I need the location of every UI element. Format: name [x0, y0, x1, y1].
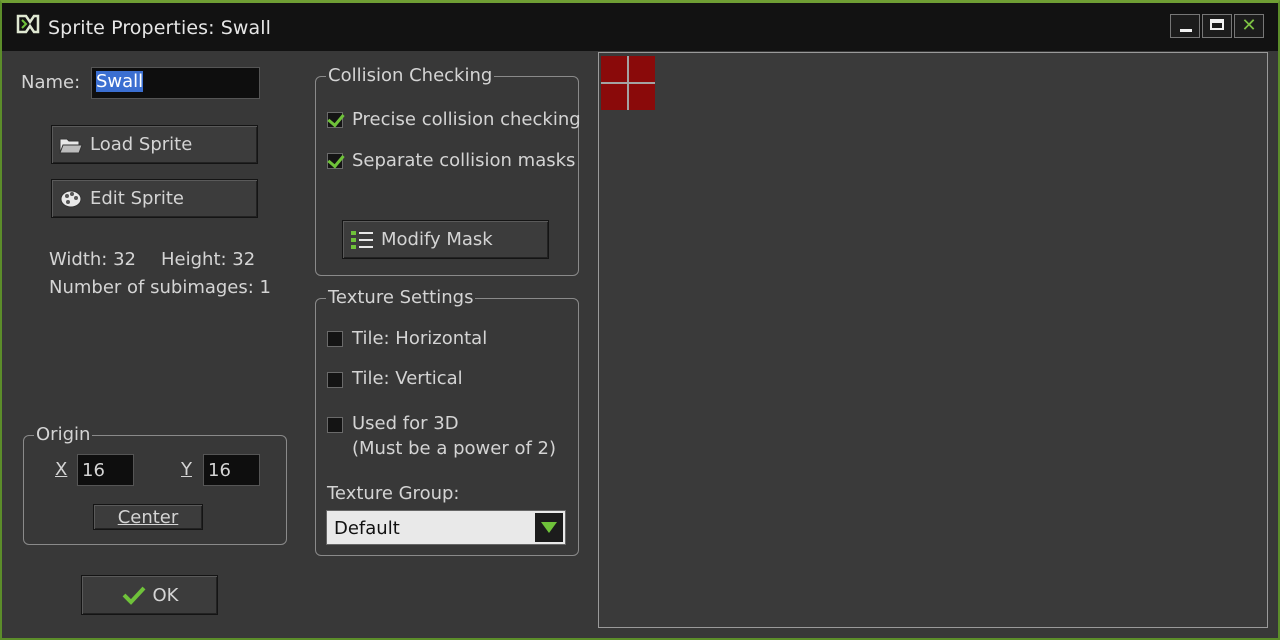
tile-horizontal-label[interactable]: Tile: Horizontal	[352, 328, 487, 349]
name-label: Name:	[21, 72, 81, 93]
origin-title: Origin	[34, 424, 93, 445]
origin-x-label: X	[55, 459, 68, 480]
tile-horizontal-checkbox[interactable]	[327, 331, 343, 347]
paint-palette-icon	[60, 190, 82, 207]
width-info: Width: 32	[49, 249, 136, 270]
precise-collision-label[interactable]: Precise collision checking	[352, 109, 581, 130]
subimages-info: Number of subimages: 1	[49, 277, 271, 298]
mask-list-icon	[351, 230, 373, 249]
center-label: Center	[117, 506, 179, 528]
texture-group-value: Default	[334, 518, 400, 539]
texture-group-select[interactable]: Default	[326, 510, 566, 545]
checkmark-icon	[122, 586, 145, 605]
open-folder-icon	[59, 138, 83, 153]
load-sprite-button[interactable]: Load Sprite	[51, 125, 258, 164]
center-button[interactable]: Center	[93, 504, 203, 530]
load-sprite-label: Load Sprite	[90, 134, 193, 155]
modify-mask-button[interactable]: Modify Mask	[342, 220, 549, 259]
close-icon: ✕	[1241, 15, 1257, 36]
sprite-image	[601, 56, 655, 110]
height-info: Height: 32	[161, 249, 256, 270]
separate-masks-label[interactable]: Separate collision masks	[352, 150, 575, 171]
collision-checking-title: Collision Checking	[326, 65, 495, 86]
tile-vertical-label[interactable]: Tile: Vertical	[352, 368, 463, 389]
separate-masks-checkbox[interactable]	[327, 153, 343, 169]
name-input-value: Swall	[96, 71, 144, 92]
edit-sprite-label: Edit Sprite	[90, 188, 184, 209]
texture-group-label: Texture Group:	[327, 483, 460, 504]
chevron-down-icon[interactable]	[535, 513, 563, 542]
texture-settings-title: Texture Settings	[326, 287, 476, 308]
precise-collision-checkbox[interactable]	[327, 112, 343, 128]
close-button[interactable]: ✕	[1234, 14, 1264, 38]
ok-label: OK	[152, 584, 179, 606]
gamemaker-logo-icon	[16, 14, 40, 34]
ok-button[interactable]: OK	[81, 575, 218, 615]
used-for-3d-checkbox[interactable]	[327, 417, 343, 433]
origin-y-input[interactable]	[203, 454, 260, 486]
title-bar[interactable]: Sprite Properties: Swall ✕	[2, 3, 1278, 51]
modify-mask-label: Modify Mask	[381, 229, 493, 250]
edit-sprite-button[interactable]: Edit Sprite	[51, 179, 258, 218]
used-for-3d-label[interactable]: Used for 3D	[352, 413, 459, 434]
origin-y-label: Y	[181, 459, 192, 480]
window-title: Sprite Properties: Swall	[48, 17, 272, 39]
minimize-button[interactable]	[1170, 14, 1200, 38]
sprite-preview-canvas[interactable]	[598, 52, 1268, 628]
tile-vertical-checkbox[interactable]	[327, 372, 343, 388]
origin-x-input[interactable]	[77, 454, 134, 486]
name-input[interactable]: Swall	[91, 67, 260, 99]
used-for-3d-note: (Must be a power of 2)	[352, 438, 556, 459]
maximize-button[interactable]	[1202, 14, 1232, 38]
